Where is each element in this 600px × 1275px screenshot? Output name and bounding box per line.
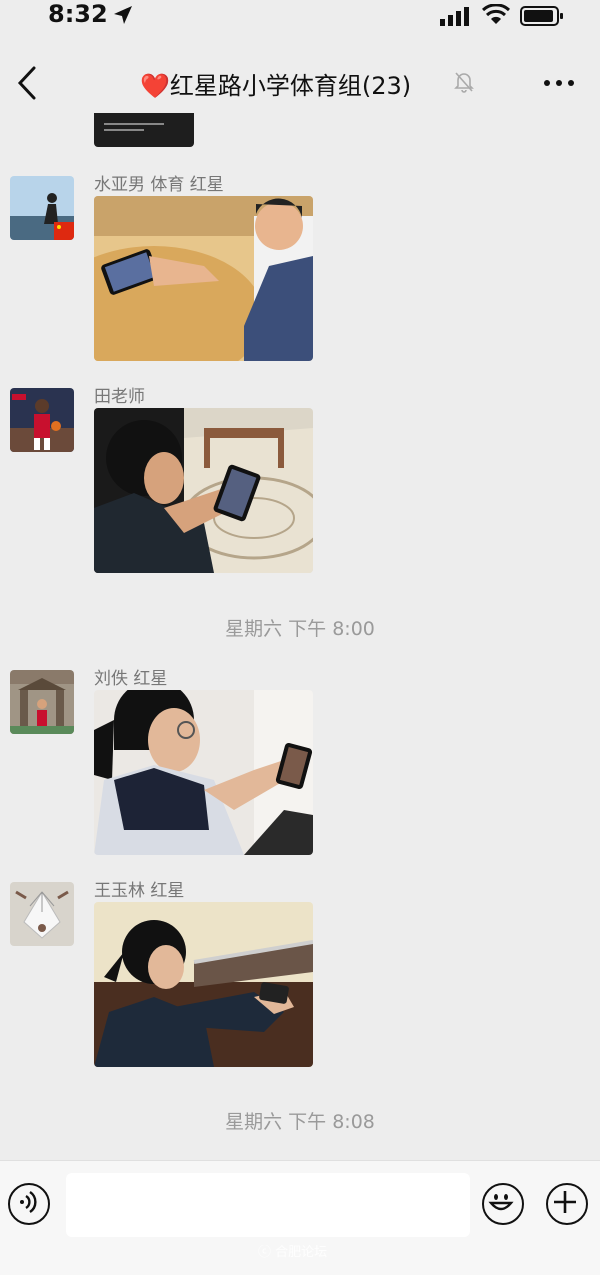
- plus-button[interactable]: [546, 1183, 588, 1225]
- heart-icon: ❤️: [140, 72, 170, 100]
- plus-icon: [554, 1191, 576, 1213]
- bell-slash-icon: [454, 72, 474, 93]
- ellipsis-icon: [544, 80, 550, 86]
- group-name: 红星路小学体育组(23): [169, 72, 412, 100]
- back-button[interactable]: [12, 64, 42, 102]
- avatar[interactable]: [10, 882, 74, 946]
- avatar[interactable]: [10, 670, 74, 734]
- sender-name: 水亚男 体育 红星: [94, 175, 224, 195]
- emoji-button[interactable]: [482, 1183, 524, 1225]
- more-button[interactable]: [542, 80, 576, 90]
- voice-icon: [20, 1191, 37, 1213]
- message-image[interactable]: [94, 902, 313, 1067]
- time-separator: 星期六 下午 8:08: [225, 1111, 375, 1133]
- sender-name: 刘佚 红星: [94, 669, 168, 689]
- message-image[interactable]: [94, 690, 313, 855]
- watermark: ⓒ 合肥论坛: [258, 1245, 328, 1260]
- sender-name: 田老师: [94, 387, 145, 407]
- battery-icon: [520, 6, 563, 26]
- status-time: 8:32: [48, 0, 108, 28]
- avatar[interactable]: [10, 176, 74, 240]
- wifi-icon: [482, 4, 510, 24]
- message-input[interactable]: [66, 1173, 470, 1237]
- message-image[interactable]: [94, 196, 313, 361]
- message-image[interactable]: [94, 408, 313, 573]
- time-separator: 星期六 下午 8:00: [225, 618, 375, 640]
- chat-title: ❤️红星路小学体育组(23): [140, 66, 411, 101]
- message-image[interactable]: [94, 113, 194, 147]
- cellular-signal-icon: [440, 7, 469, 26]
- avatar[interactable]: [10, 388, 74, 452]
- chat-header: ❤️红星路小学体育组(23): [0, 44, 600, 120]
- sender-name: 王玉林 红星: [94, 881, 185, 901]
- voice-button[interactable]: [8, 1183, 50, 1225]
- input-bar: ⓒ 合肥论坛: [0, 1160, 600, 1275]
- status-bar: 8:32: [0, 0, 600, 34]
- location-arrow-icon: [114, 6, 132, 24]
- emoji-icon: [488, 1194, 514, 1211]
